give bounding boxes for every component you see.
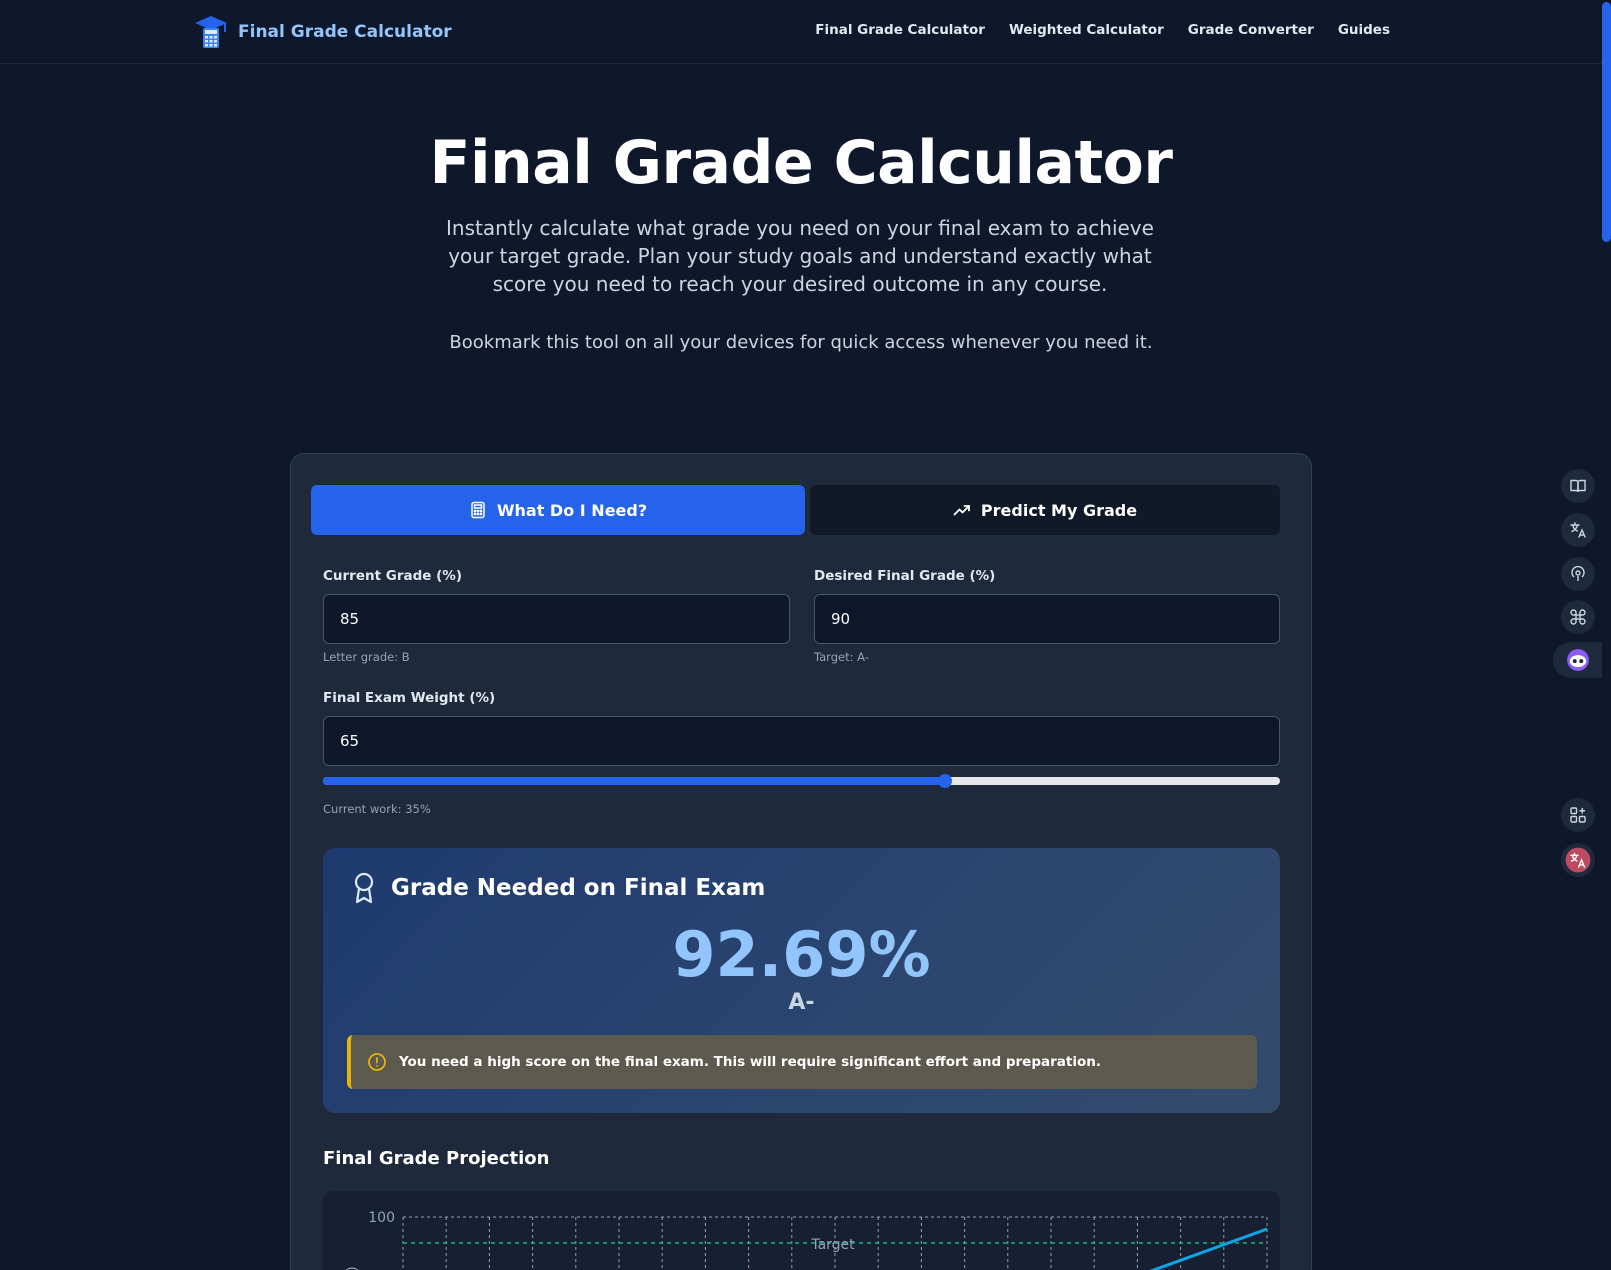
difficulty-alert: You need a high score on the final exam.… [347,1035,1257,1089]
nav-links: Final Grade Calculator Weighted Calculat… [815,22,1390,38]
top-navbar: Final Grade Calculator Final Grade Calcu… [0,0,1602,64]
projection-chart-svg: 100 e (%) Target [345,1210,1268,1270]
page-scrollbar[interactable] [1602,0,1611,1270]
nav-link-final-grade-calculator[interactable]: Final Grade Calculator [815,22,985,38]
translate-icon[interactable] [1561,513,1595,547]
brand-name: Final Grade Calculator [238,22,452,42]
projection-chart: 100 e (%) Target [323,1191,1280,1270]
target-label: Target [810,1237,855,1253]
hero-subtitle: Instantly calculate what grade you need … [446,216,1154,296]
robot-icon[interactable] [1561,643,1595,677]
slider-fill [323,777,946,785]
apps-add-icon[interactable] [1561,798,1595,832]
calculator-icon [471,501,485,519]
y-axis-label: e (%) [345,1266,360,1270]
command-icon[interactable] [1561,600,1595,634]
result-header: Grade Needed on Final Exam [351,872,765,904]
final-exam-weight-input[interactable] [323,716,1280,766]
desired-grade-label: Desired Final Grade (%) [814,568,996,584]
scrollbar-thumb[interactable] [1602,2,1611,242]
tab-what-do-i-need-label: What Do I Need? [496,500,648,520]
nav-link-guides[interactable]: Guides [1338,22,1390,38]
tab-predict-my-grade-label: Predict My Grade [980,500,1138,520]
translate-red-icon[interactable] [1561,843,1595,877]
desired-grade-input[interactable] [814,594,1280,644]
hero-bookmark-note: Bookmark this tool on all your devices f… [449,332,1153,353]
projection-title: Final Grade Projection [323,1148,550,1169]
slider-thumb[interactable] [938,774,953,788]
page-title: Final Grade Calculator [429,128,1173,198]
current-letter-grade-hint: Letter grade: B [323,650,410,664]
trending-up-icon [953,505,970,516]
result-panel: Grade Needed on Final Exam 92.69% A- You… [323,848,1280,1113]
grade-needed-value: 92.69% [672,918,931,991]
tab-what-do-i-need[interactable]: What Do I Need? [311,485,805,535]
y-tick-label: 100 [368,1210,395,1226]
tab-predict-my-grade[interactable]: Predict My Grade [810,485,1280,535]
book-icon[interactable] [1561,469,1595,503]
final-exam-weight-label: Final Exam Weight (%) [323,690,496,706]
alert-message: You need a high score on the final exam.… [399,1054,1101,1070]
current-grade-label: Current Grade (%) [323,568,462,584]
alert-circle-icon [368,1053,386,1071]
current-work-hint: Current work: 35% [323,802,431,816]
current-grade-input[interactable] [323,594,790,644]
award-ribbon-icon [354,872,374,904]
nav-link-weighted-calculator[interactable]: Weighted Calculator [1009,22,1164,38]
podcast-icon[interactable] [1561,557,1595,591]
result-title: Grade Needed on Final Exam [391,875,766,901]
nav-link-grade-converter[interactable]: Grade Converter [1188,22,1314,38]
target-letter-hint: Target: A- [814,650,869,664]
brand[interactable]: Final Grade Calculator [194,14,452,50]
graduation-calculator-logo-icon [195,16,227,48]
grade-needed-letter: A- [788,990,815,1015]
final-exam-weight-slider[interactable] [323,774,1280,788]
calculator-card: What Do I Need? Predict My Grade Current… [290,453,1312,1270]
